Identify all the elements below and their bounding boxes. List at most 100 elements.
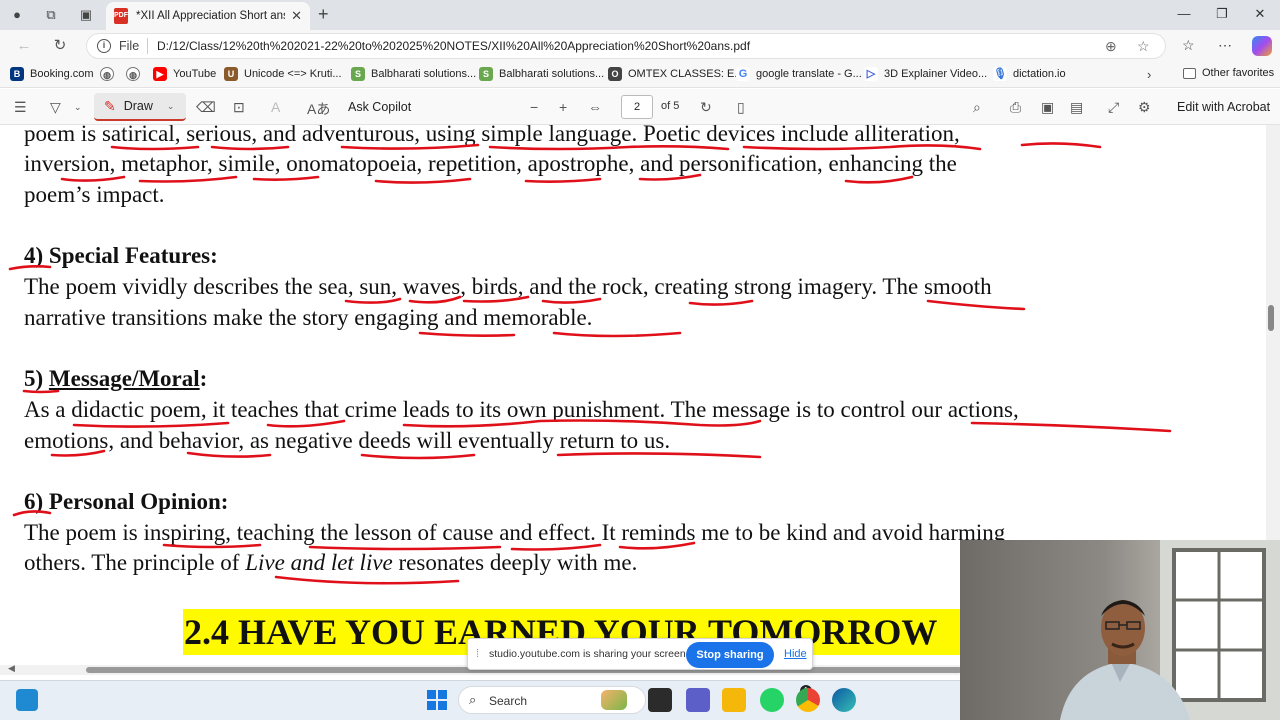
save-as-icon[interactable]: ▤ xyxy=(1070,99,1083,116)
doc-line: As a didactic poem, it teaches that crim… xyxy=(24,397,1019,422)
read-aloud-icon[interactable]: Aあ xyxy=(307,99,330,119)
back-arrow-icon[interactable]: ← xyxy=(14,36,34,56)
scroll-left-arrow-icon[interactable]: ◀ xyxy=(8,663,15,674)
favorites-overflow-chevron-icon[interactable]: › xyxy=(1147,67,1151,82)
ink-stroke xyxy=(210,145,290,151)
favorite-globe-1[interactable]: ◍ xyxy=(100,67,120,81)
ink-stroke xyxy=(308,545,502,551)
refresh-icon[interactable]: ↻ xyxy=(50,36,70,56)
highlight-icon[interactable]: ▽ xyxy=(50,99,61,116)
zoom-out-icon[interactable]: − xyxy=(530,99,538,115)
edge-icon[interactable] xyxy=(832,688,856,712)
close-window-button[interactable]: ✕ xyxy=(1250,6,1270,22)
pdf-file-icon: PDF xyxy=(114,8,128,24)
doc-line: emotions, and behavior, as negative deed… xyxy=(24,428,671,453)
zoom-in-icon[interactable]: + xyxy=(559,99,567,115)
chevron-down-icon[interactable]: ⌄ xyxy=(167,101,175,112)
page-number-input[interactable]: 2 xyxy=(621,95,653,119)
favorite-youtube[interactable]: ▶ YouTube xyxy=(153,67,216,81)
favorite-3d-explainer[interactable]: ▷ 3D Explainer Video... xyxy=(864,67,987,81)
search-icon[interactable]: ⌕ xyxy=(973,99,981,116)
doc-line: inversion, metaphor, simile, onomatopoei… xyxy=(24,151,957,176)
address-bar[interactable]: i File D:/12/Class/12%20th%202021-22%20t… xyxy=(86,33,1166,59)
more-menu-icon[interactable]: ⋯ xyxy=(1218,37,1232,54)
favorite-label: 3D Explainer Video... xyxy=(884,68,988,80)
save-icon[interactable]: ▣ xyxy=(1041,99,1054,116)
favorite-star-icon[interactable]: ☆ xyxy=(1137,38,1150,55)
other-favorites-folder[interactable]: Other favorites xyxy=(1183,67,1274,79)
ink-stroke xyxy=(926,299,1026,311)
vertical-scroll-thumb[interactable] xyxy=(1268,305,1274,331)
new-tab-icon[interactable]: + xyxy=(318,4,329,25)
highlight-chevron-icon[interactable]: ⌄ xyxy=(74,102,82,113)
google-icon: G xyxy=(736,67,750,81)
settings-gear-icon[interactable]: ⚙ xyxy=(1138,99,1151,116)
favorite-globe-2[interactable]: ◍ xyxy=(126,67,146,81)
close-tab-icon[interactable]: ✕ xyxy=(291,8,302,24)
favorite-unicode[interactable]: U Unicode <=> Kruti... xyxy=(224,67,342,81)
widgets-icon[interactable] xyxy=(16,689,38,711)
doc-line: others. The principle of Live and let li… xyxy=(24,550,637,576)
minimize-button[interactable]: — xyxy=(1174,6,1194,21)
doc-line: The poem vividly describes the sea, sun,… xyxy=(24,274,992,299)
favorite-label: OMTEX CLASSES: E... xyxy=(628,68,744,80)
globe-icon: ◍ xyxy=(126,67,140,81)
favorite-balbharati-2[interactable]: S Balbharati solutions... xyxy=(479,67,604,81)
ink-stroke xyxy=(138,175,238,183)
favorites-icon[interactable]: ☆ xyxy=(1182,37,1195,54)
start-windows-icon[interactable] xyxy=(427,690,447,710)
favorite-label: Balbharati solutions... xyxy=(371,68,477,80)
line-part: resonates deeply with me. xyxy=(392,550,638,575)
info-icon[interactable]: i xyxy=(97,39,111,53)
logo-square xyxy=(427,701,436,710)
tab-pdf-document[interactable]: PDF *XII All Appreciation Short ans.pd ✕ xyxy=(106,2,310,30)
booking-icon: B xyxy=(10,67,24,81)
screen-share-notification: ⁞ studio.youtube.com is sharing your scr… xyxy=(467,638,813,670)
ink-stroke xyxy=(110,145,200,151)
stop-sharing-button[interactable]: Stop sharing xyxy=(686,642,774,668)
doc-line: The poem is inspiring, teaching the less… xyxy=(24,520,1006,545)
teams-icon[interactable] xyxy=(686,688,710,712)
section-heading-special-features: 4) Special Features: xyxy=(24,243,218,268)
favorite-booking[interactable]: B Booking.com xyxy=(10,67,94,81)
folder-icon xyxy=(1183,67,1196,79)
favorite-balbharati-1[interactable]: S Balbharati solutions... xyxy=(351,67,476,81)
file-explorer-icon[interactable] xyxy=(722,688,746,712)
fullscreen-icon[interactable]: ⤢ xyxy=(1108,99,1119,116)
address-row: ← ↻ i File D:/12/Class/12%20th%202021-22… xyxy=(0,30,1280,62)
page-view-icon[interactable]: ▯ xyxy=(737,99,745,116)
zoom-icon[interactable]: ⊕ xyxy=(1105,38,1117,55)
drag-handle-icon[interactable]: ⁞ xyxy=(476,648,479,660)
favorite-label: Unicode <=> Kruti... xyxy=(244,68,342,80)
section-heading-message-moral: 5) Message/Moral: xyxy=(24,366,207,392)
fit-page-icon[interactable]: ⇔ xyxy=(588,99,602,115)
taskbar-search[interactable]: ⌕ Search xyxy=(458,686,646,714)
workspaces-icon[interactable]: ⧉ xyxy=(42,6,60,24)
tab-actions-icon[interactable]: ▣ xyxy=(77,6,95,24)
url-text[interactable]: D:/12/Class/12%20th%202021-22%20to%20202… xyxy=(157,39,750,53)
whatsapp-icon[interactable] xyxy=(760,688,784,712)
edit-with-acrobat-button[interactable]: Edit with Acrobat xyxy=(1177,100,1270,114)
print-icon[interactable]: ⎙ xyxy=(1010,99,1021,116)
unicode-icon: U xyxy=(224,67,238,81)
task-view-icon[interactable] xyxy=(648,688,672,712)
text-box-icon[interactable]: ⊡ xyxy=(233,99,245,116)
hide-link[interactable]: Hide xyxy=(784,648,807,660)
ink-stroke xyxy=(252,175,320,181)
ink-stroke xyxy=(688,299,754,306)
maximize-button[interactable]: ❐ xyxy=(1212,6,1232,22)
search-label: Search xyxy=(489,694,528,708)
favorite-omtex[interactable]: O OMTEX CLASSES: E... xyxy=(608,67,744,81)
favorite-dictation[interactable]: 🎙 dictation.io xyxy=(993,67,1066,81)
chrome-icon[interactable] xyxy=(796,688,820,712)
draw-button[interactable]: ✎ Draw ⌄ xyxy=(94,93,186,121)
search-highlight-icon xyxy=(601,690,627,710)
eraser-icon[interactable]: ⌫ xyxy=(196,99,216,116)
url-scheme-label: File xyxy=(119,39,140,53)
favorite-google-translate[interactable]: G google translate - G... xyxy=(736,67,862,81)
ask-copilot-button[interactable]: Ask Copilot xyxy=(348,100,411,114)
profile-icon[interactable]: ● xyxy=(8,6,26,24)
rotate-icon[interactable]: ↻ xyxy=(700,99,712,116)
copilot-icon[interactable] xyxy=(1252,36,1272,56)
contents-list-icon[interactable]: ☰ xyxy=(14,99,27,116)
